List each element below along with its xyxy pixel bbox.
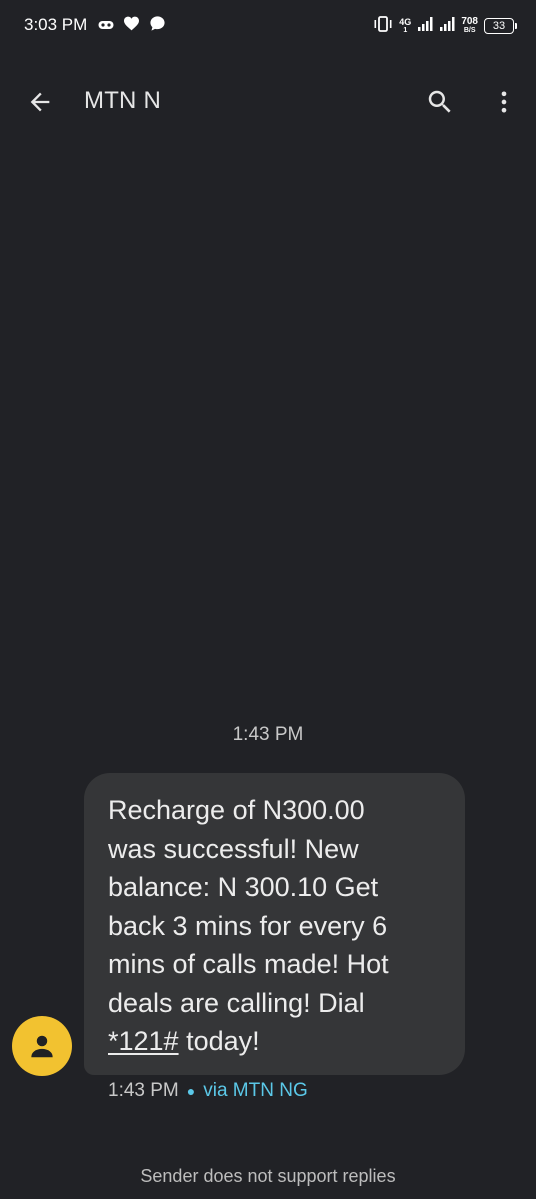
message-line: balance: N 300.10 Get bbox=[108, 872, 379, 902]
vibrate-icon bbox=[373, 15, 393, 38]
conversation-title: MTN N bbox=[84, 87, 161, 114]
message-meta: 1:43 PM ● via MTN NG bbox=[108, 1080, 308, 1102]
ussd-code-link[interactable]: *121# bbox=[108, 1026, 179, 1056]
gamepad-icon bbox=[98, 17, 114, 35]
signal-icon-sim1 bbox=[417, 16, 433, 37]
battery-icon: 33 bbox=[484, 18, 517, 34]
meta-time: 1:43 PM bbox=[108, 1080, 179, 1101]
message-suffix: today! bbox=[178, 1026, 260, 1056]
message-line: Recharge of N300.00 bbox=[108, 795, 365, 825]
status-bar: 3:03 PM 4G 1 708 B/S 33 bbox=[0, 0, 536, 54]
network-type-label: 4G 1 bbox=[399, 16, 412, 34]
more-vert-icon bbox=[501, 91, 507, 113]
meta-via: via MTN NG bbox=[203, 1080, 308, 1101]
heart-icon bbox=[123, 16, 140, 36]
search-button[interactable] bbox=[420, 82, 460, 122]
separator-dot: ● bbox=[186, 1083, 196, 1099]
message-line: back 3 mins for every 6 bbox=[108, 910, 388, 941]
no-reply-notice: Sender does not support replies bbox=[140, 1166, 396, 1186]
battery-level: 33 bbox=[492, 20, 506, 32]
status-time: 3:03 PM bbox=[24, 15, 88, 34]
message-line-last: *121# today! bbox=[108, 1022, 443, 1061]
message-line: was successful! New bbox=[108, 833, 359, 864]
chat-bubble-icon bbox=[149, 15, 166, 37]
more-options-button[interactable] bbox=[484, 82, 524, 122]
message-line: mins of calls made! Hot bbox=[108, 949, 389, 979]
status-indicators: 4G 1 708 B/S 33 bbox=[373, 15, 517, 38]
notification-icons bbox=[98, 16, 166, 36]
network-speed: 708 B/S bbox=[461, 16, 478, 35]
message-line: deals are calling! Dial bbox=[108, 987, 365, 1018]
person-icon bbox=[31, 1035, 53, 1058]
arrow-back-icon bbox=[30, 92, 50, 112]
sender-avatar[interactable] bbox=[12, 1016, 72, 1076]
message-timestamp: 1:43 PM bbox=[232, 724, 304, 745]
app-bar: MTN N bbox=[0, 72, 536, 128]
search-icon bbox=[428, 90, 451, 113]
back-button[interactable] bbox=[20, 82, 60, 122]
signal-icon-sim2 bbox=[439, 16, 455, 37]
message-bubble[interactable]: Recharge of N300.00 was successful! New … bbox=[84, 773, 465, 1075]
